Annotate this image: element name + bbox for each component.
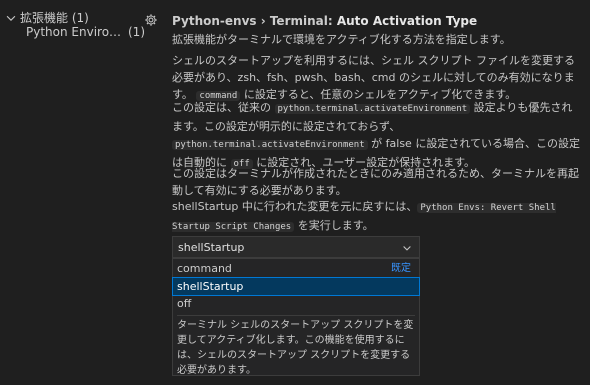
setting-name: Auto Activation Type xyxy=(336,14,478,28)
setting-item: Python-envs › Terminal: Auto Activation … xyxy=(162,0,590,385)
settings-tree: 拡張機能 (1) Python Environme... (1) xyxy=(0,0,160,385)
settings-view: 拡張機能 (1) Python Environme... (1) Python-… xyxy=(0,0,590,385)
chevron-down-icon xyxy=(6,15,16,21)
setting-description-1: 拡張機能がターミナルで環境をアクティブ化する方法を指定します。 xyxy=(172,33,511,46)
gear-icon[interactable] xyxy=(144,13,158,27)
setting-description-3: この設定は、従来の python.terminal.activateEnviro… xyxy=(172,99,580,173)
option-off[interactable]: off xyxy=(173,295,419,312)
option-label: off xyxy=(177,297,192,310)
option-shell-startup[interactable]: shellStartup xyxy=(172,277,420,296)
tree-item-count: (1) xyxy=(128,25,145,39)
setting-description-4: この設定はターミナルが作成されたときにのみ適用されるため、ターミナルを再起動して… xyxy=(172,167,579,197)
auto-activation-type-select[interactable]: shellStartup xyxy=(172,236,420,258)
tree-item-python-environments[interactable]: Python Environme... (1) xyxy=(0,24,160,42)
code-activate-environment-2[interactable]: python.terminal.activateEnvironment xyxy=(172,140,368,150)
select-value: shellStartup xyxy=(178,241,245,254)
select-chevron-icon xyxy=(403,246,411,251)
code-activate-environment[interactable]: python.terminal.activateEnvironment xyxy=(274,104,471,114)
setting-title: Python-envs › Terminal: Auto Activation … xyxy=(172,13,477,29)
tree-item-label: Python Environme... xyxy=(26,25,128,39)
description-text: shellStartup 中に行われた変更を元に戻すには、 xyxy=(172,200,418,213)
default-badge: 既定 xyxy=(391,263,411,274)
description-text: を実行します。 xyxy=(294,219,374,232)
option-command[interactable]: command 既定 xyxy=(173,260,419,277)
setting-description-2: シェルのスタートアップを利用するには、シェル スクリプト ファイルを変更する必要… xyxy=(172,52,580,105)
option-label: shellStartup xyxy=(177,280,244,293)
setting-description-5: shellStartup 中に行われた変更を元に戻すには、 Python Envs… xyxy=(172,198,580,236)
description-text: この設定は、従来の xyxy=(172,101,275,114)
option-description: ターミナル シェルのスタートアップ スクリプトを変更してアクティブ化します。この… xyxy=(177,315,415,378)
select-dropdown: command 既定 shellStartup off ターミナル シェルのスタ… xyxy=(172,258,420,376)
setting-category: Python-envs › Terminal: xyxy=(172,14,337,28)
option-label: command xyxy=(177,262,232,275)
